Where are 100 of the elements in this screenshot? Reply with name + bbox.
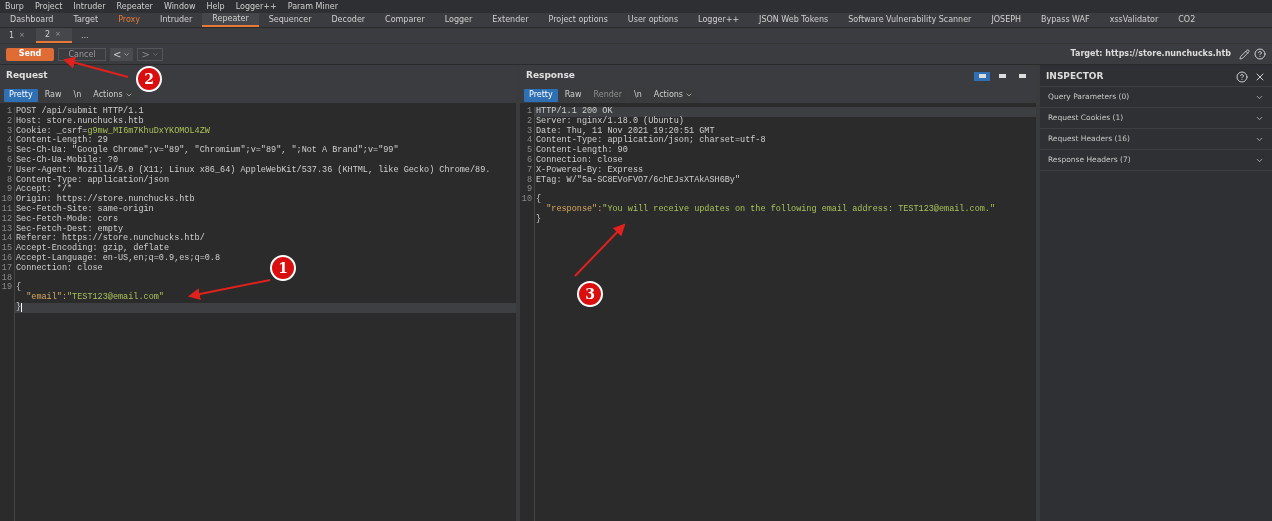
- line-number: 10: [1, 194, 12, 205]
- main-tab[interactable]: Decoder: [321, 13, 376, 27]
- line-number: 14: [1, 233, 12, 244]
- main-tab[interactable]: JOSEPH: [981, 13, 1032, 27]
- line-number: 1: [526, 106, 532, 116]
- line-number: 9: [526, 184, 532, 195]
- code-text: Content-Length: 90: [536, 146, 628, 156]
- line-number: 11: [1, 203, 12, 214]
- line-number: 15: [1, 243, 12, 254]
- line-number: 4: [6, 135, 12, 146]
- main-tab[interactable]: Sequencer: [258, 13, 322, 27]
- main-tab[interactable]: Project options: [538, 13, 618, 27]
- line-number: 4: [526, 135, 532, 146]
- menu-item[interactable]: Repeater: [116, 0, 153, 13]
- line-number: 5: [526, 145, 532, 156]
- code-text: {: [16, 283, 22, 294]
- code-text: "response":: [545, 204, 603, 215]
- code-text: Accept: */*: [16, 185, 73, 195]
- line-number: 6: [526, 155, 532, 165]
- panel-title: Request: [6, 69, 48, 83]
- code-text: Connection: close: [16, 263, 103, 274]
- code-text: "TEST123@email.com": [67, 293, 164, 303]
- main-tab[interactable]: Bypass WAF: [1031, 13, 1100, 27]
- line-number: 18: [1, 272, 12, 283]
- code-text: Sec-Fetch-Site: same-origin: [16, 204, 154, 214]
- line-number: 17: [1, 262, 12, 273]
- back-button[interactable]: <: [110, 47, 134, 61]
- view-tab[interactable]: Pretty: [524, 88, 558, 102]
- line-number: 10: [521, 194, 532, 205]
- main-tab[interactable]: Dashboard: [0, 13, 64, 27]
- caret-icon: [123, 50, 131, 58]
- main-tab[interactable]: Target: [63, 13, 109, 27]
- code-text: {: [536, 195, 542, 205]
- code-text: X-Powered-By: Express: [536, 165, 644, 175]
- code-text: Origin: https://store.nunchucks.htb: [16, 195, 195, 205]
- line-number: 12: [1, 213, 12, 224]
- arrow: [574, 223, 626, 277]
- code-text: POST /api/submit HTTP/1.1: [16, 107, 144, 116]
- menu-item[interactable]: Window: [163, 0, 196, 13]
- chevron-down-icon: [124, 91, 133, 99]
- menu-item[interactable]: Burp: [5, 0, 24, 13]
- code-text: Connection: close: [536, 156, 623, 165]
- line-number: 8: [6, 174, 12, 185]
- arrow: [63, 56, 129, 78]
- code-text: "email":: [25, 293, 67, 303]
- line-number: 8: [526, 174, 532, 185]
- code-text: Date: Thu, 11 Nov 2021 19:20:51 GMT: [536, 126, 715, 136]
- line-number: 2: [6, 115, 12, 126]
- line-number: 19: [1, 282, 12, 293]
- request-tab[interactable]: ...: [72, 28, 108, 43]
- code-text: Content-Length: 29: [16, 136, 108, 146]
- code-text: Accept-Encoding: gzip, deflate: [16, 244, 170, 254]
- menu-item[interactable]: Logger++: [235, 0, 277, 13]
- layout-toggle[interactable]: [974, 71, 990, 81]
- line-number: 13: [1, 223, 12, 234]
- main-tab[interactable]: CO2: [1168, 13, 1206, 27]
- code-text: Sec-Ch-Ua-Mobile: ?0: [16, 156, 119, 165]
- code-text: Server: nginx/1.18.0 (Ubuntu): [536, 116, 684, 126]
- target-label: Target: https://store.nunchucks.htb: [1070, 48, 1231, 60]
- code-text: HTTP/1.1 200 OK: [536, 107, 613, 116]
- main-tab[interactable]: Intruder: [150, 13, 203, 27]
- line-number: 5: [6, 145, 12, 156]
- code-text: g9mw_MI6m7KhuDxYKOMOL4ZW: [87, 126, 210, 136]
- main-tab[interactable]: JSON Web Tokens: [749, 13, 839, 27]
- menu-item[interactable]: Param Miner: [287, 0, 338, 13]
- main-tab[interactable]: Proxy: [108, 13, 151, 27]
- panel-title: Response: [526, 69, 575, 83]
- code-text: }: [16, 302, 22, 313]
- edit-icon[interactable]: [1239, 48, 1250, 60]
- menu-item[interactable]: Intruder: [73, 0, 106, 13]
- main-tab[interactable]: Extender: [482, 13, 539, 27]
- code-editor[interactable]: [0, 103, 516, 521]
- code-text: Cookie: _csrf=: [16, 126, 88, 136]
- code-text: Content-Type: application/json: [16, 175, 170, 185]
- code-text: "You will receive updates on the following email address: TEST123@email.com.": [602, 204, 996, 215]
- line-number: 1: [6, 106, 12, 116]
- view-tab[interactable]: Pretty: [4, 88, 38, 102]
- line-number: 16: [1, 252, 12, 263]
- main-tab[interactable]: Repeater: [202, 13, 259, 27]
- help-icon[interactable]: [1236, 70, 1248, 83]
- main-tab[interactable]: Comparer: [375, 13, 435, 27]
- help-icon[interactable]: [1254, 48, 1266, 60]
- code-text: Sec-Fetch-Dest: empty: [16, 224, 124, 234]
- main-tab[interactable]: User options: [617, 13, 689, 27]
- code-text: Accept-Language: en-US,en;q=0.9,es;q=0.8: [16, 253, 221, 263]
- line-number: 3: [526, 125, 532, 136]
- main-tab[interactable]: xssValidator: [1099, 13, 1169, 27]
- menu-item[interactable]: Help: [206, 0, 225, 13]
- line-number: 3: [6, 125, 12, 136]
- menu-item[interactable]: Project: [34, 0, 63, 13]
- main-tab[interactable]: Logger++: [688, 13, 750, 27]
- code-text: Sec-Fetch-Mode: cors: [16, 214, 119, 224]
- line-number: 2: [526, 115, 532, 126]
- line-number: 7: [6, 164, 12, 175]
- code-text: ETag: W/"5a-SC8EVoFVO7/6chEJsXTAkASH6By": [536, 175, 741, 186]
- main-tab[interactable]: Software Vulnerability Scanner: [838, 13, 982, 27]
- main-tab[interactable]: Logger: [434, 13, 483, 27]
- code-text: }: [536, 214, 542, 225]
- line-number: 6: [6, 155, 12, 165]
- line-number: 9: [6, 184, 12, 195]
